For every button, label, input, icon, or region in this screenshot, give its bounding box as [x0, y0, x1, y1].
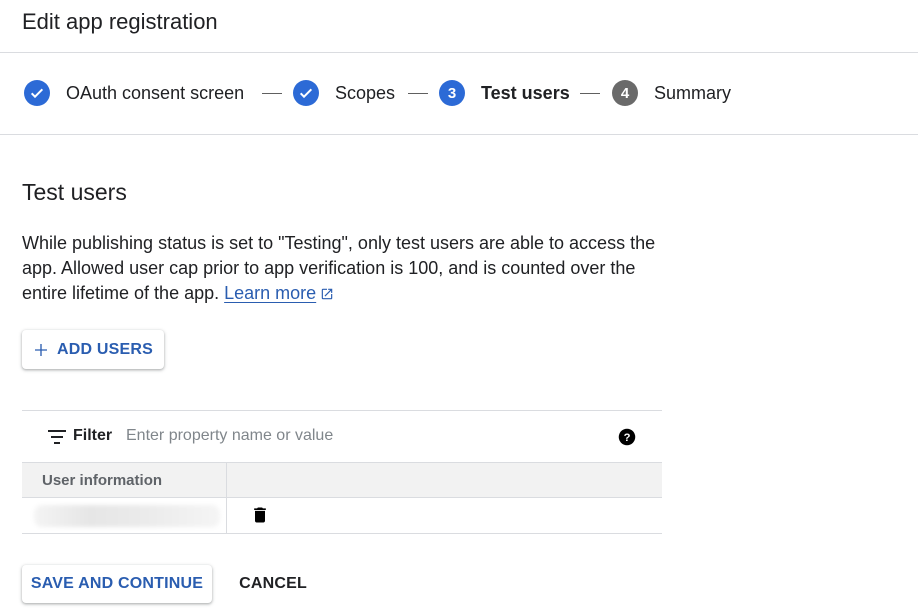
learn-more-label: Learn more — [224, 283, 317, 303]
redacted-user-email — [34, 505, 220, 527]
step-label: Test users — [481, 82, 570, 103]
plus-icon — [33, 342, 49, 358]
stepper: OAuth consent screen Scopes 3 Test users… — [0, 54, 918, 135]
step-label: Scopes — [335, 82, 396, 103]
help-icon[interactable]: ? — [618, 428, 636, 451]
step-connector — [408, 93, 428, 94]
step-label: OAuth consent screen — [66, 82, 245, 103]
step-scopes[interactable]: Scopes — [293, 80, 395, 106]
description-text: While publishing status is set to "Testi… — [22, 233, 656, 303]
filter-icon[interactable] — [48, 430, 66, 449]
table-header: User information — [22, 462, 662, 498]
filter-label: Filter — [73, 427, 113, 444]
check-icon — [24, 80, 50, 106]
add-users-label: ADD USERS — [56, 340, 154, 358]
page-header: Edit app registration — [0, 0, 918, 53]
step-number-badge: 4 — [612, 80, 638, 106]
step-connector — [580, 93, 600, 94]
column-divider — [226, 498, 227, 533]
cancel-button[interactable]: CANCEL — [228, 565, 318, 603]
svg-text:?: ? — [624, 432, 631, 444]
section-description: While publishing status is set to "Testi… — [22, 231, 672, 308]
section-title: Test users — [22, 179, 127, 205]
step-number-badge: 3 — [439, 80, 465, 106]
page-title: Edit app registration — [22, 9, 218, 34]
external-link-icon — [320, 283, 334, 308]
step-label: Summary — [654, 82, 732, 103]
check-icon — [293, 80, 319, 106]
step-summary[interactable]: 4 Summary — [612, 80, 731, 106]
step-connector — [262, 93, 282, 94]
table-row — [22, 498, 662, 534]
test-users-table: Filter ? User information — [22, 410, 662, 535]
column-header-user-information[interactable]: User information — [42, 472, 162, 489]
column-divider — [226, 463, 227, 497]
delete-icon[interactable] — [250, 505, 270, 530]
filter-bar: Filter ? — [22, 411, 662, 462]
step-oauth-consent-screen[interactable]: OAuth consent screen — [24, 80, 244, 106]
save-and-continue-button[interactable]: SAVE AND CONTINUE — [22, 565, 212, 603]
step-test-users[interactable]: 3 Test users — [439, 80, 570, 106]
learn-more-link[interactable]: Learn more — [224, 283, 334, 303]
add-users-button[interactable]: ADD USERS — [22, 330, 164, 369]
filter-input[interactable] — [126, 425, 486, 447]
